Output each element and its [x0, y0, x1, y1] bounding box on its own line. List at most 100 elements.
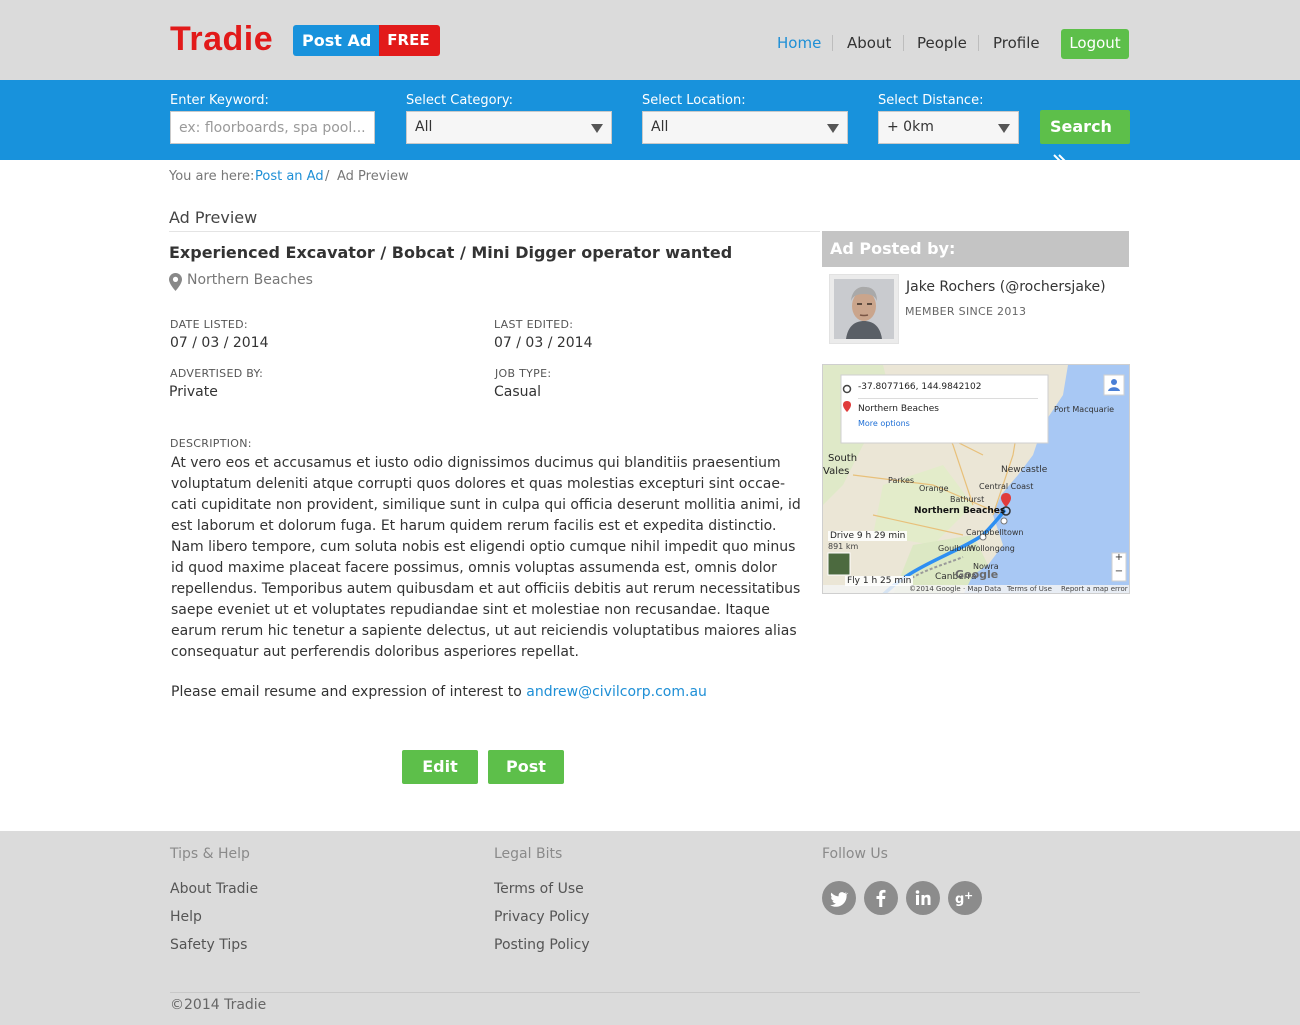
keyword-input[interactable]: [170, 111, 375, 144]
nav-about[interactable]: About: [847, 34, 891, 52]
ad-location: Northern Beaches: [187, 272, 313, 288]
description-label: DESCRIPTION:: [170, 437, 252, 450]
date-listed-value: 07 / 03 / 2014: [170, 335, 269, 351]
breadcrumb-current: Ad Preview: [337, 169, 409, 184]
nav-divider: [903, 35, 904, 51]
logout-button[interactable]: Logout: [1061, 29, 1129, 59]
search-button[interactable]: Search: [1040, 110, 1130, 166]
breadcrumb-link[interactable]: Post an Ad: [255, 169, 324, 184]
map-copyright: ©2014 Google · Map Data: [909, 585, 1002, 593]
copyright: ©2014 Tradie: [170, 997, 267, 1013]
footer-link-posting[interactable]: Posting Policy: [494, 937, 590, 953]
footer-link-privacy[interactable]: Privacy Policy: [494, 909, 589, 925]
map-fly-time: Fly 1 h 25 min: [845, 576, 914, 586]
map-label: Parkes: [888, 476, 915, 485]
ad-title: Experienced Excavator / Bobcat / Mini Di…: [169, 243, 733, 262]
linkedin-icon[interactable]: [906, 881, 940, 915]
footer-tips-heading: Tips & Help: [170, 846, 250, 862]
nav-divider: [832, 35, 833, 51]
map-drive-time: Drive 9 h 29 min: [828, 531, 908, 541]
post-ad-label: Post Ad: [293, 25, 380, 56]
footer-divider: [170, 992, 1140, 993]
dropdown-arrow-icon: [827, 124, 839, 133]
distance-value: + 0km: [887, 119, 934, 135]
facebook-icon[interactable]: [864, 881, 898, 915]
location-pin-icon: [169, 273, 182, 291]
avatar[interactable]: [829, 274, 899, 344]
contact-email-link[interactable]: andrew@civilcorp.com.au: [526, 684, 707, 700]
map-label: Orange: [919, 484, 949, 493]
map-label: Campbelltown: [966, 528, 1024, 537]
map-label: Northern Beaches: [914, 506, 1006, 516]
map-more-options[interactable]: More options: [858, 419, 910, 428]
distance-label: Select Distance:: [878, 93, 984, 108]
footer-link-safety[interactable]: Safety Tips: [170, 937, 247, 953]
location-map[interactable]: -37.8077166, 144.9842102 Northern Beache…: [822, 364, 1130, 594]
post-ad-free-button[interactable]: Post Ad FREE: [293, 25, 440, 56]
job-type-label: JOB TYPE:: [495, 367, 552, 380]
dropdown-arrow-icon: [591, 124, 603, 133]
svg-text:+: +: [964, 889, 973, 902]
footer-follow-heading: Follow Us: [822, 846, 888, 862]
map-label: Newcastle: [1001, 465, 1048, 475]
last-edited-value: 07 / 03 / 2014: [494, 335, 593, 351]
breadcrumb-separator: /: [325, 169, 330, 184]
nav-profile[interactable]: Profile: [993, 34, 1040, 52]
map-label: South: [828, 453, 858, 464]
google-logo: Google: [955, 568, 999, 581]
job-type-value: Casual: [494, 384, 541, 400]
posted-by-header: Ad Posted by:: [822, 231, 1129, 267]
last-edited-label: LAST EDITED:: [494, 318, 574, 331]
twitter-icon[interactable]: [822, 881, 856, 915]
category-label: Select Category:: [406, 93, 514, 108]
logo[interactable]: Tradie: [170, 20, 273, 59]
location-select[interactable]: All: [642, 111, 848, 144]
map-drive-distance: 891 km: [828, 542, 859, 551]
map-report-link[interactable]: Report a map error: [1061, 585, 1128, 593]
advertised-by-label: ADVERTISED BY:: [170, 367, 264, 380]
title-divider: [169, 231, 820, 232]
distance-select[interactable]: + 0km: [878, 111, 1019, 144]
nav-divider: [978, 35, 979, 51]
search-button-label: Search: [1050, 117, 1112, 136]
map-coords: -37.8077166, 144.9842102: [858, 382, 982, 392]
category-select[interactable]: All: [406, 111, 612, 144]
date-listed-label: DATE LISTED:: [170, 318, 248, 331]
dropdown-arrow-icon: [998, 124, 1010, 133]
advertised-by-value: Private: [169, 384, 218, 400]
page-title: Ad Preview: [169, 208, 258, 227]
footer-legal-heading: Legal Bits: [494, 846, 563, 862]
footer-link-about[interactable]: About Tradie: [170, 881, 258, 897]
poster-name[interactable]: Jake Rochers (@rochersjake): [906, 279, 1106, 295]
user-photo: [834, 279, 894, 339]
free-label: FREE: [379, 25, 440, 56]
contact-text: Please email resume and expression of in…: [171, 684, 522, 700]
double-chevron-right-icon: [1053, 154, 1066, 166]
contact-line: Please email resume and expression of in…: [171, 684, 707, 700]
nav-home[interactable]: Home: [777, 34, 821, 52]
ad-description: At vero eos et accusamus et iusto odio d…: [171, 455, 801, 660]
category-value: All: [415, 119, 433, 135]
nav-people[interactable]: People: [917, 34, 967, 52]
location-value: All: [651, 119, 669, 135]
map-label: Wollongong: [968, 544, 1015, 553]
svg-text:g: g: [955, 892, 964, 907]
zoom-out-icon[interactable]: −: [1112, 566, 1126, 577]
member-since: MEMBER SINCE 2013: [905, 305, 1027, 318]
map-canvas: [823, 365, 1129, 593]
zoom-in-icon[interactable]: +: [1112, 552, 1126, 563]
map-label: Port Macquarie: [1054, 405, 1115, 414]
map-label: Vales: [823, 466, 850, 477]
map-label: Bathurst: [950, 495, 985, 504]
google-plus-icon[interactable]: g +: [948, 881, 982, 915]
breadcrumb-prefix: You are here:: [169, 169, 255, 184]
map-terms-link[interactable]: Terms of Use: [1007, 585, 1052, 593]
post-button[interactable]: Post: [488, 750, 564, 784]
footer-link-terms[interactable]: Terms of Use: [494, 881, 584, 897]
edit-button[interactable]: Edit: [402, 750, 478, 784]
map-label: Central Coast: [979, 482, 1034, 491]
footer-link-help[interactable]: Help: [170, 909, 202, 925]
site-header: Tradie Post Ad FREE Home About People Pr…: [0, 0, 1300, 80]
keyword-label: Enter Keyword:: [170, 93, 269, 108]
location-label: Select Location:: [642, 93, 746, 108]
